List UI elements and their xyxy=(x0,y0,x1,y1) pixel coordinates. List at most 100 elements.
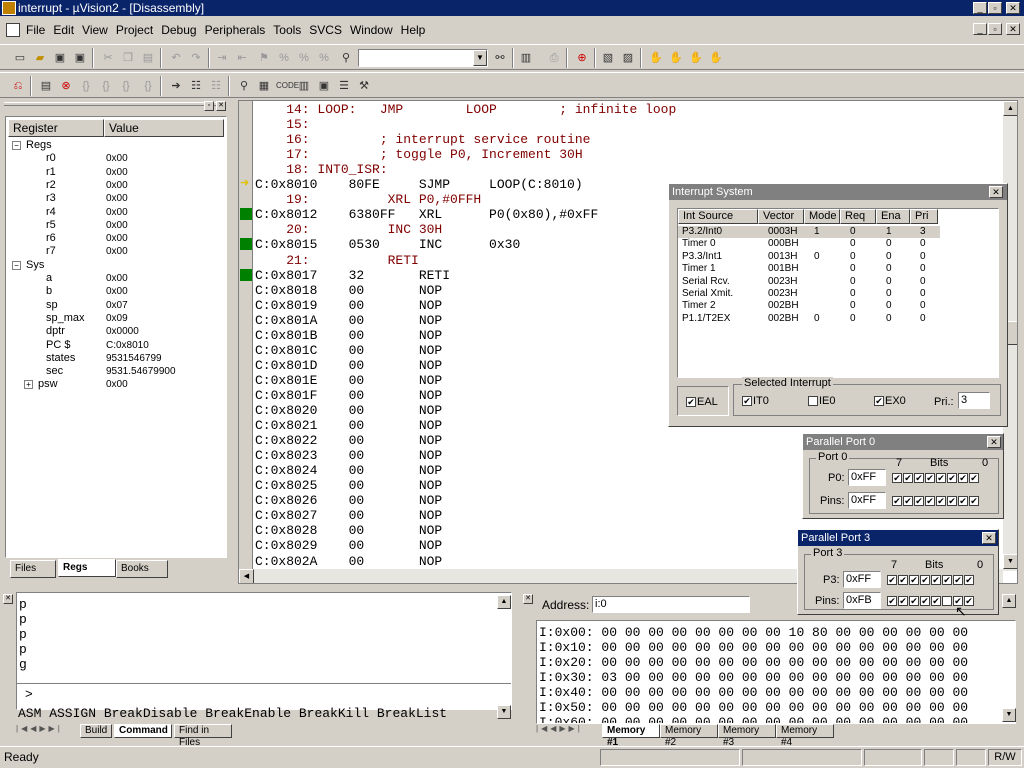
disassembly-line[interactable]: 14: LOOP: JMP LOOP ; infinite loop xyxy=(255,102,676,117)
menu-debug[interactable]: Debug xyxy=(157,17,200,37)
bookmark-next-icon[interactable]: % xyxy=(276,50,292,66)
cut-icon[interactable]: ✂ xyxy=(100,50,116,66)
bit-checkbox[interactable]: ✔ xyxy=(925,496,935,507)
disassembly-line[interactable]: C:0x8012 6380FF XRL P0(0x80),#0xFF xyxy=(255,207,598,222)
bit-checkbox[interactable]: ✔ xyxy=(958,473,968,484)
tab-memory-4[interactable]: Memory #4 xyxy=(776,724,834,748)
bit-checkbox[interactable]: ✔ xyxy=(892,496,902,507)
interrupt-header-2[interactable]: Mode xyxy=(804,209,840,224)
eal-checkbox[interactable]: ✔ EAL xyxy=(686,396,718,408)
bit-checkbox[interactable]: ✔ xyxy=(953,575,963,586)
breakpoint-kill-icon[interactable]: ✋ xyxy=(668,50,684,66)
menu-help[interactable]: Help xyxy=(397,17,430,37)
interrupt-row[interactable]: Timer 2 002BH 0 0 0 xyxy=(678,300,940,312)
bit-checkbox[interactable]: ✔ xyxy=(947,473,957,484)
interrupt-row[interactable]: P3.3/Int1 0013H 0 0 0 0 xyxy=(678,251,940,263)
disassembly-line[interactable]: 16: ; interrupt service routine xyxy=(255,132,590,147)
menu-window[interactable]: Window xyxy=(346,17,397,37)
tab-memory-1[interactable]: Memory #1 xyxy=(602,724,660,748)
tab-nav-arrows[interactable]: |◀◀▶▶| xyxy=(16,724,78,738)
bit-checkbox[interactable]: ✔ xyxy=(914,473,924,484)
serial-window-icon[interactable]: ▣ xyxy=(316,78,332,94)
step-into-icon[interactable]: {} xyxy=(78,78,94,94)
register-row[interactable]: r5 0x00 xyxy=(6,219,224,232)
register-row[interactable]: dptr 0x0000 xyxy=(6,325,224,338)
tab-find-in-files[interactable]: Find in Files xyxy=(174,724,232,748)
debug-info-icon[interactable]: ⎙ xyxy=(546,50,562,66)
register-column-header[interactable]: Register xyxy=(8,119,104,137)
register-row[interactable]: r2 0x00 xyxy=(6,179,224,192)
bit-checkbox[interactable]: ✔ xyxy=(958,496,968,507)
watch-window-icon[interactable]: ▦ xyxy=(256,78,272,94)
register-row[interactable]: + psw 0x00 xyxy=(6,378,224,391)
register-row[interactable]: − Regs xyxy=(6,139,224,152)
disassembly-line[interactable]: 19: XRL P0,#0FFH xyxy=(255,192,481,207)
disassembly-line[interactable]: C:0x8017 32 RETI xyxy=(255,268,450,283)
bookmark-toggle-icon[interactable]: ⚑ xyxy=(256,50,272,66)
find-icon[interactable]: ⚯ xyxy=(492,50,508,66)
interrupt-row[interactable]: P1.1/T2EX 002BH 0 0 0 0 xyxy=(678,313,940,325)
memory-scroll-up[interactable]: ▲ xyxy=(1002,594,1016,608)
stop-icon[interactable]: ⊗ xyxy=(58,78,74,94)
memory-scroll-down[interactable]: ▼ xyxy=(1002,708,1016,722)
maximize-button[interactable]: ▫ xyxy=(988,2,1002,14)
bit-checkbox[interactable]: ✔ xyxy=(969,496,979,507)
disassembly-line[interactable]: C:0x8024 00 NOP xyxy=(255,463,442,478)
disassembly-line[interactable]: 15: xyxy=(255,117,309,132)
tab-build[interactable]: Build xyxy=(80,724,112,738)
disassembly-line[interactable]: C:0x801C 00 NOP xyxy=(255,343,442,358)
it0-checkbox[interactable]: ✔ IT0 xyxy=(742,395,769,407)
register-row[interactable]: PC $ C:0x8010 xyxy=(6,339,224,352)
bit-checkbox[interactable]: ✔ xyxy=(936,473,946,484)
disassembly-line[interactable]: C:0x8022 00 NOP xyxy=(255,433,442,448)
disassembly-line[interactable]: C:0x8018 00 NOP xyxy=(255,283,442,298)
toolbox-icon[interactable]: ⚒ xyxy=(356,78,372,94)
disassembly-line[interactable]: 20: INC 30H xyxy=(255,222,442,237)
menu-peripherals[interactable]: Peripherals xyxy=(201,17,270,37)
register-row[interactable]: a 0x00 xyxy=(6,272,224,285)
register-row[interactable]: r1 0x00 xyxy=(6,166,224,179)
register-row[interactable]: b 0x00 xyxy=(6,285,224,298)
p3-input[interactable]: 0xFF xyxy=(843,571,881,588)
p0-pins-input[interactable]: 0xFF xyxy=(848,492,886,509)
scroll-down-arrow[interactable]: ▼ xyxy=(1003,554,1017,569)
bit-checkbox[interactable]: ✔ xyxy=(947,496,957,507)
output-window-icon[interactable]: ▨ xyxy=(620,50,636,66)
interrupt-header-3[interactable]: Req xyxy=(840,209,876,224)
disassembly-line[interactable]: 18: INT0_ISR: xyxy=(255,162,387,177)
scroll-up-arrow[interactable]: ▲ xyxy=(1003,101,1017,116)
register-row[interactable]: states 9531546799 xyxy=(6,352,224,365)
copy-icon[interactable]: ❐ xyxy=(120,50,136,66)
disassembly-line[interactable]: C:0x8015 0530 INC 0x30 xyxy=(255,237,520,252)
interrupt-header-0[interactable]: Int Source xyxy=(678,209,758,224)
breakpoint-enable-icon[interactable]: ✋ xyxy=(688,50,704,66)
register-row[interactable]: r3 0x00 xyxy=(6,192,224,205)
doc-restore-button[interactable]: ▫ xyxy=(988,23,1002,35)
open-folder-icon[interactable]: ▰ xyxy=(32,50,48,66)
tree-toggle-icon[interactable]: − xyxy=(12,260,21,270)
interrupt-close-button[interactable]: ✕ xyxy=(989,186,1003,198)
bit-checkbox[interactable]: ✔ xyxy=(887,575,897,586)
bit-checkbox[interactable]: ✔ xyxy=(925,473,935,484)
tab-memory-3[interactable]: Memory #3 xyxy=(718,724,776,748)
disassembly-line[interactable]: 21: RETI xyxy=(255,253,419,268)
indent-icon[interactable]: ⇥ xyxy=(214,50,230,66)
save-all-icon[interactable]: ▣ xyxy=(72,50,88,66)
step-over-icon[interactable]: {} xyxy=(98,78,114,94)
bit-checkbox[interactable]: ✔ xyxy=(942,575,952,586)
show-next-statement-icon[interactable]: ➔ xyxy=(168,78,184,94)
bit-checkbox[interactable]: ✔ xyxy=(914,496,924,507)
bit-checkbox[interactable]: ✔ xyxy=(892,473,902,484)
port3-close-button[interactable]: ✕ xyxy=(982,532,996,544)
register-row[interactable]: sec 9531.54679900 xyxy=(6,365,224,378)
doc-minimize-button[interactable]: _ xyxy=(973,23,987,35)
disassembly-line[interactable]: C:0x8029 00 NOP xyxy=(255,538,442,553)
disassembly-line[interactable]: C:0x801E 00 NOP xyxy=(255,373,442,388)
find-in-files-icon[interactable]: ⚲ xyxy=(338,50,354,66)
bit-checkbox[interactable]: ✔ xyxy=(931,575,941,586)
output-scroll-down[interactable]: ▼ xyxy=(497,705,511,719)
logic-analyzer-icon[interactable]: ☰ xyxy=(336,78,352,94)
register-row[interactable]: r7 0x00 xyxy=(6,245,224,258)
undo-icon[interactable]: ↶ xyxy=(168,50,184,66)
outdent-icon[interactable]: ⇤ xyxy=(234,50,250,66)
